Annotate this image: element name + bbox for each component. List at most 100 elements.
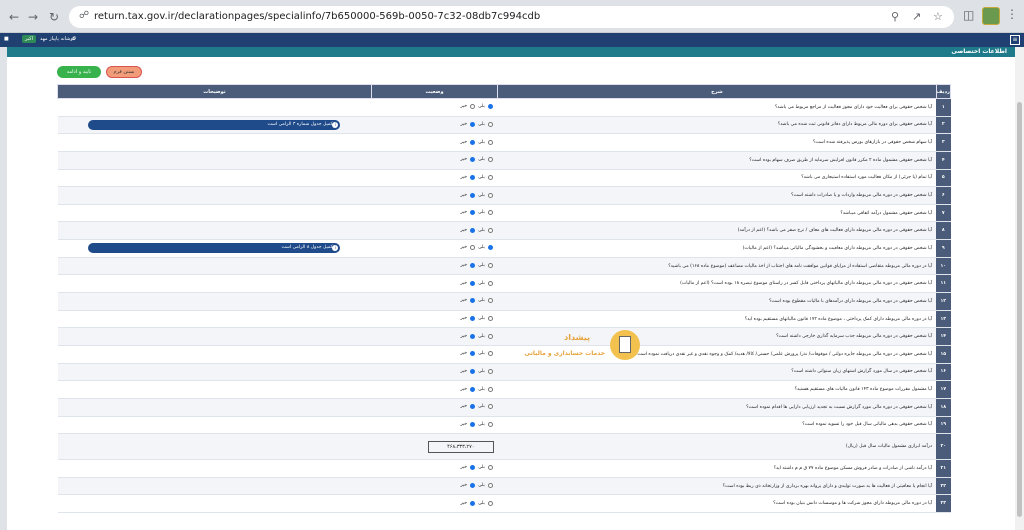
address-bar[interactable]: ☍ return.tax.gov.ir/declarationpages/spe… [69, 6, 954, 28]
hamburger-menu-icon[interactable]: ≡ [1010, 35, 1020, 45]
yes-radio[interactable] [487, 386, 493, 392]
yes-radio[interactable] [487, 139, 493, 145]
no-radio[interactable] [470, 157, 476, 163]
close-form-button[interactable]: بستن فرم [106, 66, 142, 78]
yes-radio[interactable] [487, 500, 493, 506]
info-note-pill: i تکمیل جدول شماره ۳ الزامی است [88, 119, 341, 130]
status-cell: بلی خیر [371, 380, 498, 399]
desc-cell: آیا تمام (یا جزئی) از مکان فعالیت مورد ا… [497, 169, 937, 188]
bookmark-star-icon[interactable]: ☆ [933, 10, 943, 23]
no-radio[interactable] [470, 263, 476, 269]
yes-radio[interactable] [487, 245, 493, 251]
exp-cell [57, 380, 372, 399]
row-number: ۱۳ [936, 310, 951, 329]
exp-cell [57, 98, 372, 117]
yes-radio[interactable] [487, 157, 493, 163]
bookmark-badge[interactable]: اکبر [22, 35, 37, 43]
no-radio[interactable] [470, 404, 476, 410]
row-number: ۱۲ [936, 292, 951, 311]
no-radio[interactable] [470, 227, 476, 233]
settings-icon[interactable]: ⚙ [72, 36, 76, 42]
yes-label: بلی [478, 386, 485, 392]
yes-radio[interactable] [487, 368, 493, 374]
table-row: بلی خیر آیا شخص حقوقی در دوره مالی مربوطه … [57, 221, 951, 241]
bookmark-item[interactable]: کوشانه پاپیاز مهد [40, 36, 75, 42]
yes-radio[interactable] [487, 465, 493, 471]
reload-icon[interactable]: ↻ [46, 9, 62, 25]
no-radio[interactable] [470, 500, 476, 506]
sidebar-icon[interactable]: ◫ [963, 8, 974, 22]
status-cell: بلی خیر [371, 327, 498, 346]
yes-radio[interactable] [487, 333, 493, 339]
no-radio[interactable] [470, 139, 476, 145]
yes-radio[interactable] [487, 298, 493, 304]
yes-radio[interactable] [487, 316, 493, 321]
confirm-continue-button[interactable]: تایید و ادامه [57, 66, 101, 78]
share-icon[interactable]: ↗ [912, 10, 921, 23]
no-radio[interactable] [470, 245, 476, 251]
no-radio[interactable] [470, 368, 476, 374]
row-number: ۱۱ [936, 274, 951, 294]
desc-cell: آیا شخص حقوقی مشمول درآمد اتفاقی میباشد؟ [497, 204, 937, 223]
yes-label: بلی [478, 139, 485, 145]
exp-cell [57, 398, 372, 417]
no-radio[interactable] [470, 465, 476, 471]
yes-label: بلی [478, 465, 485, 471]
no-radio[interactable] [470, 333, 476, 339]
row-number: ۲۲ [936, 477, 951, 496]
row-number: ۵ [936, 169, 951, 188]
status-cell: بلی خیر [371, 204, 498, 223]
no-radio[interactable] [470, 483, 476, 489]
back-icon[interactable]: ← [6, 9, 22, 25]
amount-input[interactable]: ۴۶۸،۳۳۳،۲۷۰ [427, 440, 494, 453]
desc-cell: درآمد ابرازی مشمول مالیات سال قبل (ریال) [497, 433, 937, 461]
no-radio[interactable] [470, 351, 476, 357]
menu-icon[interactable]: ⋮ [1006, 7, 1018, 21]
calculator-icon [610, 330, 640, 360]
no-label: خیر [460, 121, 468, 127]
table-row: بلی خیر آیا سهام شخص حقوقی در بازارهای بور… [57, 133, 951, 152]
yes-radio[interactable] [487, 263, 493, 269]
yes-radio[interactable] [487, 227, 493, 233]
no-radio[interactable] [470, 280, 476, 286]
site-info-icon[interactable]: ☍ [79, 10, 89, 21]
yes-radio[interactable] [487, 192, 493, 198]
exp-cell [57, 169, 372, 188]
yes-radio[interactable] [487, 104, 493, 110]
no-radio[interactable] [470, 104, 476, 110]
no-label: خیر [460, 280, 468, 286]
no-radio[interactable] [470, 192, 476, 198]
no-radio[interactable] [470, 121, 476, 127]
no-radio[interactable] [470, 421, 476, 427]
yes-radio[interactable] [487, 421, 493, 427]
no-radio[interactable] [470, 298, 476, 304]
zoom-icon[interactable]: ⚲ [891, 10, 899, 23]
scrollbar-thumb[interactable] [1017, 102, 1022, 517]
no-radio[interactable] [470, 174, 476, 180]
table-row: ۴۶۸،۳۳۳،۲۷۰ درآمد ابرازی مشمول مالیات سال… [57, 433, 951, 461]
exp-cell [57, 494, 372, 514]
yes-radio[interactable] [487, 351, 493, 357]
yes-label: بلی [478, 500, 485, 506]
yes-radio[interactable] [487, 483, 493, 489]
table-row: بلی خیر آیا در دوره مالی مربوطه دارای مجوز… [57, 494, 951, 514]
table-row: بلی خیر آیا شخص حقوقی بدهی مالیاتی سال قبل… [57, 416, 951, 435]
yes-radio[interactable] [487, 280, 493, 286]
bookmark-icon[interactable]: ■ [4, 36, 9, 42]
status-cell: بلی خیر [371, 494, 498, 514]
no-radio[interactable] [470, 316, 476, 321]
scrollbar[interactable] [1015, 47, 1024, 530]
yes-radio[interactable] [487, 121, 493, 127]
row-number: ۱۶ [936, 363, 951, 382]
yes-radio[interactable] [487, 404, 493, 410]
no-label: خیر [460, 298, 468, 304]
yes-radio[interactable] [487, 174, 493, 180]
no-radio[interactable] [470, 210, 476, 216]
exp-cell [57, 416, 372, 435]
desc-cell: آیا شخص حقوقی برای فعالیت خود دارای مجوز… [497, 98, 937, 117]
extension-icon[interactable] [982, 7, 1000, 25]
row-number: ۱۵ [936, 345, 951, 364]
yes-radio[interactable] [487, 210, 493, 216]
no-radio[interactable] [470, 386, 476, 392]
forward-icon[interactable]: → [25, 9, 41, 25]
